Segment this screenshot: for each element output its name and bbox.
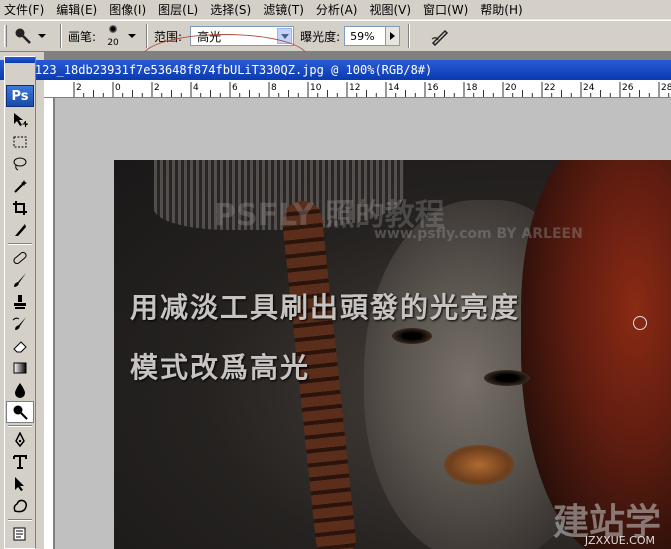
ruler-ticks: 20246810121416182022242628 xyxy=(73,82,671,97)
blur-tool-icon[interactable] xyxy=(6,379,34,401)
menu-window[interactable]: 窗口(W) xyxy=(423,1,468,18)
ruler-tick-label: 0 xyxy=(115,83,121,93)
document-title-bar[interactable]: 0081123_18db23931f7e53648f874fbULiT330QZ… xyxy=(0,60,671,80)
chevron-down-icon xyxy=(38,34,46,38)
divider xyxy=(8,425,32,427)
watermark-url: www.psfly.com BY ARLEEN xyxy=(374,226,583,242)
ruler-tick-label: 10 xyxy=(310,83,322,93)
options-grip[interactable] xyxy=(4,25,7,47)
exposure-label: 曝光度: xyxy=(300,29,341,44)
document-title: 0081123_18db23931f7e53648f874fbULiT330QZ… xyxy=(6,63,433,77)
ruler-tick-label: 2 xyxy=(154,83,160,93)
options-bar: 画笔: 20 范围: 高光 曝光度: 59% xyxy=(0,20,671,80)
brush-tool-icon[interactable] xyxy=(6,269,34,291)
ruler-tick-label: 22 xyxy=(544,83,555,93)
ruler-tick-label: 16 xyxy=(427,83,439,93)
chevron-down-icon xyxy=(280,33,289,39)
dodge-tool-icon xyxy=(15,28,31,44)
divider xyxy=(8,519,32,521)
range-select[interactable]: 高光 xyxy=(190,26,295,46)
crop-tool-icon[interactable] xyxy=(6,197,34,219)
ruler-tick-label: 28 xyxy=(661,83,671,93)
document-canvas[interactable]: PSFLY 照的教程 www.psfly.com BY ARLEEN 用减淡工具… xyxy=(114,160,671,549)
history-brush-tool-icon[interactable] xyxy=(6,313,34,335)
ruler-tick-label: 2 xyxy=(76,83,82,93)
path-selection-tool-icon[interactable] xyxy=(6,473,34,495)
divider xyxy=(146,24,149,48)
ruler-tick-label: 4 xyxy=(193,83,199,93)
menu-edit[interactable]: 编辑(E) xyxy=(56,1,97,18)
move-tool-icon[interactable] xyxy=(6,109,34,131)
brush-size: 20 xyxy=(107,38,119,48)
ruler-tick-label: 12 xyxy=(349,83,360,93)
toolbox-header[interactable] xyxy=(5,57,35,63)
eye-image xyxy=(392,328,432,344)
airbrush-toggle[interactable] xyxy=(428,24,452,48)
ruler-tick-label: 24 xyxy=(583,83,595,93)
brush-chevron-down-icon[interactable] xyxy=(128,34,137,38)
menu-file[interactable]: 文件(F) xyxy=(4,1,44,18)
site-logo-subtitle: JZXXUE.COM xyxy=(584,534,655,547)
menu-bar: 文件(F) 编辑(E) 图像(I) 图层(L) 选择(S) 滤镜(T) 分析(A… xyxy=(0,0,671,20)
airbrush-icon xyxy=(431,29,449,46)
menu-image[interactable]: 图像(I) xyxy=(109,1,146,18)
brush-label: 画笔: xyxy=(68,29,97,44)
slice-tool-icon[interactable] xyxy=(6,219,34,241)
range-dropdown-button[interactable] xyxy=(277,28,293,44)
ruler-tick-label: 14 xyxy=(388,83,400,93)
ruler-tick-label: 6 xyxy=(232,83,238,93)
gradient-tool-icon[interactable] xyxy=(6,357,34,379)
ruler-tick-label: 18 xyxy=(466,83,478,93)
eraser-tool-icon[interactable] xyxy=(6,335,34,357)
toolbox: Ps xyxy=(4,56,36,549)
brush-tip-icon xyxy=(109,25,118,33)
ruler-tick-label: 8 xyxy=(271,83,277,93)
divider xyxy=(8,243,32,245)
brush-cursor-icon xyxy=(633,316,647,330)
ps-logo[interactable]: Ps xyxy=(6,85,34,107)
menu-layer[interactable]: 图层(L) xyxy=(158,1,198,18)
pen-tool-icon[interactable] xyxy=(6,429,34,451)
lips-image xyxy=(444,445,514,485)
eye-image xyxy=(484,370,530,386)
menu-view[interactable]: 视图(V) xyxy=(369,1,411,18)
range-value: 高光 xyxy=(197,29,222,44)
triangle-right-icon xyxy=(390,32,396,40)
exposure-slider-button[interactable] xyxy=(386,26,401,46)
tool-preset-picker[interactable] xyxy=(14,27,54,45)
horizontal-ruler[interactable]: 20246810121416182022242628 xyxy=(44,80,671,98)
lasso-tool-icon[interactable] xyxy=(6,153,34,175)
divider xyxy=(60,24,62,48)
brush-picker[interactable]: 20 xyxy=(100,22,126,50)
menu-analysis[interactable]: 分析(A) xyxy=(316,1,358,18)
marquee-tool-icon[interactable] xyxy=(6,131,34,153)
range-label: 范围: xyxy=(154,29,183,44)
exposure-field[interactable]: 59% xyxy=(344,26,387,46)
menu-select[interactable]: 选择(S) xyxy=(210,1,251,18)
shape-tool-icon[interactable] xyxy=(6,495,34,517)
caption-line-2: 模式改爲高光 xyxy=(130,351,311,384)
notes-tool-icon[interactable] xyxy=(6,523,34,545)
caption-line-1: 用减淡工具刷出頭發的光亮度 xyxy=(130,291,521,324)
ruler-tick-label: 26 xyxy=(622,83,634,93)
menu-filter[interactable]: 滤镜(T) xyxy=(263,1,304,18)
dodge-tool-icon[interactable] xyxy=(6,401,34,423)
type-tool-icon[interactable] xyxy=(6,451,34,473)
magic-wand-tool-icon[interactable] xyxy=(6,175,34,197)
ruler-tick-label: 20 xyxy=(505,83,517,93)
clone-stamp-tool-icon[interactable] xyxy=(6,291,34,313)
menu-help[interactable]: 帮助(H) xyxy=(480,1,522,18)
healing-brush-tool-icon[interactable] xyxy=(6,247,34,269)
exposure-control: 曝光度: 59% xyxy=(300,26,401,46)
vertical-ruler[interactable] xyxy=(44,98,54,549)
divider xyxy=(408,24,411,48)
